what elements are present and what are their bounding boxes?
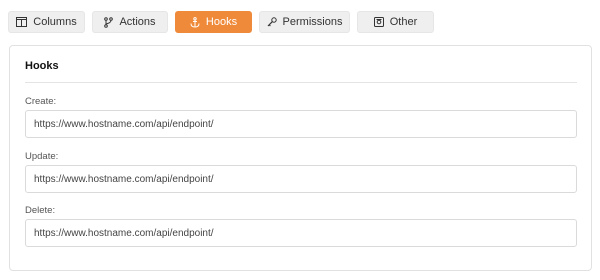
delete-hook-input[interactable]	[25, 219, 577, 247]
tab-bar: Columns Actions Hooks Permissions Other	[8, 11, 434, 33]
update-label: Update:	[25, 151, 59, 162]
hooks-panel: Hooks Create: Update: Delete:	[9, 45, 592, 271]
tab-permissions-label: Permissions	[282, 16, 343, 28]
tab-actions[interactable]: Actions	[92, 11, 168, 33]
branch-icon	[104, 16, 114, 28]
tab-columns-label: Columns	[33, 16, 77, 28]
tab-hooks[interactable]: Hooks	[175, 11, 252, 33]
create-label: Create:	[25, 96, 57, 107]
tab-permissions[interactable]: Permissions	[259, 11, 350, 33]
tab-other[interactable]: Other	[357, 11, 434, 33]
tab-columns[interactable]: Columns	[8, 11, 85, 33]
create-hook-input[interactable]	[25, 110, 577, 138]
tab-actions-label: Actions	[119, 16, 156, 28]
update-hook-input[interactable]	[25, 165, 577, 193]
settings-box-icon	[373, 17, 384, 27]
divider	[25, 82, 577, 83]
delete-label: Delete:	[25, 205, 56, 216]
columns-icon	[16, 17, 28, 27]
key-icon	[267, 17, 277, 27]
tab-other-label: Other	[389, 16, 418, 28]
tab-hooks-label: Hooks	[205, 16, 238, 28]
anchor-icon	[190, 16, 200, 28]
panel-title: Hooks	[25, 60, 59, 72]
